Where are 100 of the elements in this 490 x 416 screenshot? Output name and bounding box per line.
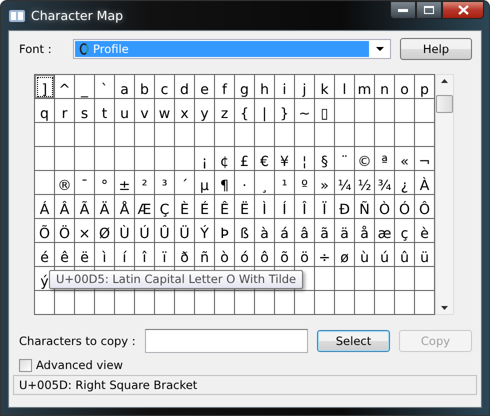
character-cell[interactable] <box>75 291 95 315</box>
character-cell[interactable]: ç <box>395 219 415 243</box>
character-cell[interactable]: n <box>375 75 395 99</box>
character-cell[interactable]: £ <box>235 147 255 171</box>
character-cell[interactable] <box>55 291 75 315</box>
character-cell[interactable]: d <box>175 75 195 99</box>
character-cell[interactable]: Ï <box>315 195 335 219</box>
character-cell[interactable]: Û <box>155 219 175 243</box>
character-cell[interactable]: ¶ <box>215 171 235 195</box>
character-cell[interactable] <box>155 123 175 147</box>
maximize-button[interactable] <box>416 1 442 19</box>
character-cell[interactable]: © <box>355 147 375 171</box>
character-cell[interactable] <box>395 123 415 147</box>
character-cell[interactable] <box>195 123 215 147</box>
character-cell[interactable]: Ñ <box>355 195 375 219</box>
character-cell[interactable]: ã <box>315 219 335 243</box>
character-cell[interactable] <box>295 123 315 147</box>
characters-to-copy-field[interactable] <box>145 329 308 353</box>
character-cell[interactable]: ö <box>295 243 315 267</box>
character-cell[interactable]: å <box>355 219 375 243</box>
character-cell[interactable]: ¾ <box>375 171 395 195</box>
character-cell[interactable] <box>375 291 395 315</box>
character-cell[interactable] <box>35 171 55 195</box>
character-cell[interactable]: · <box>235 171 255 195</box>
character-cell[interactable] <box>75 147 95 171</box>
character-cell[interactable] <box>395 99 415 123</box>
character-cell[interactable]: ÷ <box>315 243 335 267</box>
character-cell[interactable]: Ä <box>95 195 115 219</box>
character-cell[interactable]: Õ <box>35 219 55 243</box>
character-cell[interactable]: ~ <box>295 99 315 123</box>
character-cell[interactable]: Ê <box>215 195 235 219</box>
character-cell[interactable]: ] <box>35 75 55 99</box>
character-cell[interactable]: b <box>135 75 155 99</box>
character-cell[interactable]: ² <box>135 171 155 195</box>
character-cell[interactable] <box>135 123 155 147</box>
character-cell[interactable]: Ö <box>55 219 75 243</box>
character-cell[interactable]: f <box>215 75 235 99</box>
character-cell[interactable] <box>115 147 135 171</box>
character-cell[interactable] <box>155 291 175 315</box>
character-cell[interactable] <box>255 291 275 315</box>
character-cell[interactable]: ê <box>55 243 75 267</box>
character-cell[interactable]: ô <box>255 243 275 267</box>
character-cell[interactable]: ³ <box>155 171 175 195</box>
character-cell[interactable]: ¦ <box>295 147 315 171</box>
scroll-down-icon[interactable] <box>441 306 448 310</box>
character-cell[interactable] <box>135 291 155 315</box>
character-cell[interactable]: | <box>255 99 275 123</box>
character-cell[interactable] <box>335 123 355 147</box>
character-cell[interactable]: õ <box>275 243 295 267</box>
character-cell[interactable] <box>95 123 115 147</box>
character-cell[interactable] <box>275 123 295 147</box>
character-cell[interactable] <box>95 147 115 171</box>
character-cell[interactable]: g <box>235 75 255 99</box>
character-cell[interactable] <box>315 291 335 315</box>
character-cell[interactable]: ¸ <box>255 171 275 195</box>
character-cell[interactable]: ¿ <box>395 171 415 195</box>
minimize-button[interactable] <box>390 1 416 19</box>
character-cell[interactable] <box>335 291 355 315</box>
character-cell[interactable] <box>195 291 215 315</box>
select-button[interactable]: Select <box>317 330 390 352</box>
character-cell[interactable]: Þ <box>215 219 235 243</box>
character-cell[interactable]: y <box>195 99 215 123</box>
character-cell[interactable]: ¨ <box>335 147 355 171</box>
character-cell[interactable]: ø <box>335 243 355 267</box>
character-cell[interactable]: Ý <box>195 219 215 243</box>
character-cell[interactable]: k <box>315 75 335 99</box>
character-cell[interactable] <box>335 267 355 291</box>
character-cell[interactable]: Ð <box>335 195 355 219</box>
character-cell[interactable]: ± <box>115 171 135 195</box>
character-cell[interactable] <box>375 267 395 291</box>
character-cell[interactable] <box>375 99 395 123</box>
character-cell[interactable]: ó <box>235 243 255 267</box>
character-cell[interactable]: × <box>75 219 95 243</box>
character-cell[interactable]: û <box>395 243 415 267</box>
character-cell[interactable]: à <box>255 219 275 243</box>
character-cell[interactable]: v <box>135 99 155 123</box>
character-cell[interactable]: ½ <box>355 171 375 195</box>
character-cell[interactable]: ▯ <box>315 99 335 123</box>
character-cell[interactable]: ¥ <box>275 147 295 171</box>
character-cell[interactable]: º <box>295 171 315 195</box>
character-cell[interactable]: x <box>175 99 195 123</box>
character-cell[interactable]: ¹ <box>275 171 295 195</box>
character-cell[interactable]: Ù <box>115 219 135 243</box>
character-cell[interactable]: Â <box>55 195 75 219</box>
character-cell[interactable]: i <box>275 75 295 99</box>
character-cell[interactable]: é <box>35 243 55 267</box>
character-cell[interactable]: ä <box>335 219 355 243</box>
character-cell[interactable]: « <box>395 147 415 171</box>
character-cell[interactable]: ` <box>95 75 115 99</box>
character-cell[interactable] <box>175 291 195 315</box>
character-cell[interactable] <box>215 291 235 315</box>
character-cell[interactable] <box>275 291 295 315</box>
character-cell[interactable] <box>35 123 55 147</box>
character-cell[interactable]: Ã <box>75 195 95 219</box>
character-cell[interactable] <box>255 123 275 147</box>
character-cell[interactable]: l <box>335 75 355 99</box>
character-cell[interactable]: m <box>355 75 375 99</box>
character-cell[interactable]: Æ <box>135 195 155 219</box>
character-cell[interactable]: ë <box>75 243 95 267</box>
character-cell[interactable]: ð <box>175 243 195 267</box>
